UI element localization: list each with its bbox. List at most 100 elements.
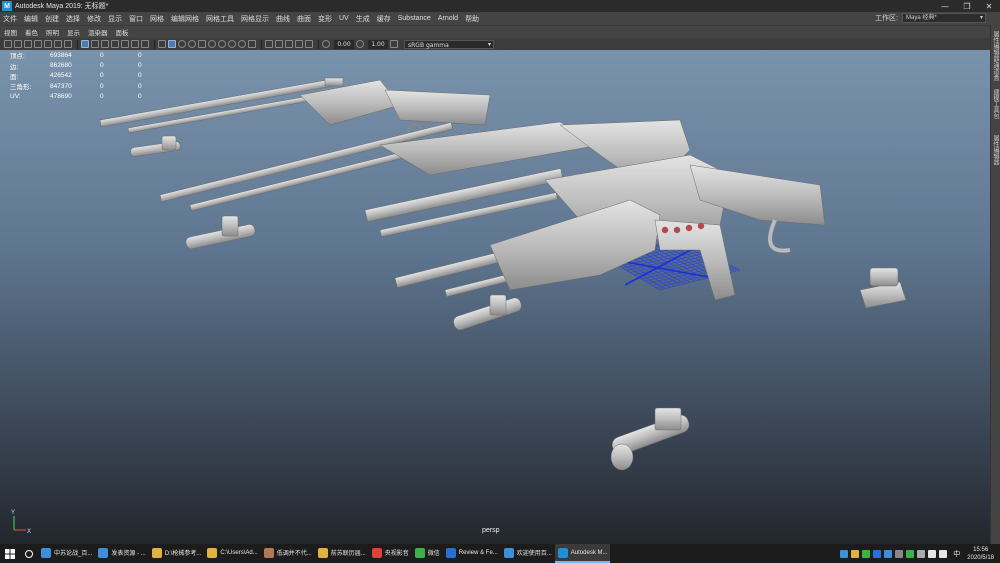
menu-edit-mesh[interactable]: 编辑网格 [171,14,199,24]
menu-mesh[interactable]: 网格 [150,14,164,24]
xray-joints-icon[interactable] [285,40,293,48]
workspace-dropdown[interactable]: Maya 经典* [902,13,986,23]
wireframe-icon[interactable] [158,40,166,48]
isolate-select-icon[interactable] [265,40,273,48]
tab-attribute-editor[interactable]: 属性编辑器 [992,135,1000,165]
image-plane-icon[interactable] [34,40,42,48]
select-camera-icon[interactable] [4,40,12,48]
review-icon [445,547,456,558]
gamma-icon[interactable] [356,40,364,48]
panel-menu-view[interactable]: 视图 [4,27,17,37]
lock-camera-icon[interactable] [44,40,52,48]
camera-2d-pan-icon[interactable] [54,40,62,48]
taskbar-app[interactable]: 前苏联历届... [315,544,369,563]
bookmark-icon[interactable] [24,40,32,48]
tray-app-icon[interactable] [895,549,904,558]
exposure-icon[interactable] [322,40,330,48]
menu-modify[interactable]: 修改 [87,14,101,24]
menu-select[interactable]: 选择 [66,14,80,24]
depth-of-field-icon[interactable] [248,40,256,48]
tray-app-icon[interactable] [851,549,860,558]
taskbar-app[interactable]: D:\枪械参考... [149,544,205,563]
taskbar-app-maya[interactable]: Autodesk M... [554,544,611,563]
gamma-field[interactable]: 1.00 [368,39,388,49]
maximize-button[interactable]: ❐ [956,0,978,12]
field-chart-icon[interactable] [121,40,129,48]
smooth-shade-icon[interactable] [168,40,176,48]
menu-help[interactable]: 帮助 [465,14,479,24]
taskbar-app[interactable]: 央视影音 [369,544,412,563]
menu-arnold[interactable]: Arnold [438,15,458,22]
resolution-gate-icon[interactable] [101,40,109,48]
shadows-icon[interactable] [188,40,196,48]
flashlight-attachment[interactable] [452,294,523,331]
taskbar-app[interactable]: 中苏论战_百... [38,544,95,563]
panel-menu-renderer[interactable]: 渲染器 [88,27,108,37]
default-lighting-icon[interactable] [178,40,186,48]
gate-mask-icon[interactable] [111,40,119,48]
tray-shield-icon[interactable] [906,549,915,558]
tray-app-icon[interactable] [884,549,893,558]
start-button[interactable] [0,544,20,563]
red-dot-sight[interactable] [859,267,907,309]
taskbar-app[interactable]: 发表资源 - ... [95,544,148,563]
tray-app-icon[interactable] [917,549,926,558]
scope-attachment[interactable] [610,407,691,471]
menu-deform[interactable]: 变形 [318,14,332,24]
menu-uv[interactable]: UV [339,15,349,22]
exposure-field[interactable]: 0.00 [334,39,354,49]
close-button[interactable]: ✕ [978,0,1000,12]
system-clock[interactable]: 15:56 2020/5/18 [967,546,994,562]
taskbar-app[interactable]: Review & Fe... [443,544,501,563]
volume-icon[interactable] [939,549,948,558]
taskbar-app[interactable]: 欢迎使用百... [501,544,555,563]
taskbar-app[interactable]: 微信 [412,544,443,563]
menu-mesh-display[interactable]: 网格显示 [241,14,269,24]
motion-blur-icon[interactable] [228,40,236,48]
screen-space-ao-icon[interactable] [218,40,226,48]
menu-windows[interactable]: 窗口 [129,14,143,24]
use-all-lights-icon[interactable] [208,40,216,48]
tray-wechat-icon[interactable] [862,549,871,558]
menu-substance[interactable]: Substance [398,15,431,22]
grid-icon[interactable] [81,40,89,48]
minimize-button[interactable]: — [934,0,956,12]
cortana-button[interactable] [20,544,38,563]
panel-menu-show[interactable]: 显示 [67,27,80,37]
network-icon[interactable] [928,549,937,558]
menu-file[interactable]: 文件 [3,14,17,24]
color-management-icon[interactable] [390,40,398,48]
tray-app-icon[interactable] [873,549,882,558]
taskbar-app[interactable]: 低调并不代... [261,544,315,563]
menu-surfaces[interactable]: 曲面 [297,14,311,24]
menu-mesh-tools[interactable]: 网格工具 [206,14,234,24]
taskbar-app[interactable]: C:\Users\Ad... [204,544,260,563]
ime-indicator[interactable]: 中 [953,549,960,559]
anti-aliasing-icon[interactable] [238,40,246,48]
grease-pencil-icon[interactable] [64,40,72,48]
safe-title-icon[interactable] [141,40,149,48]
textured-icon[interactable] [198,40,206,48]
panel-menu-lighting[interactable]: 照明 [46,27,59,37]
menu-cache[interactable]: 缓存 [377,14,391,24]
persp-viewport[interactable]: X Y 顶点: 693864 0 0 边: 862680 0 0 面: 4265… [0,50,990,544]
menu-curves[interactable]: 曲线 [276,14,290,24]
tab-channel-box[interactable]: 属性编辑器/通道盒 [992,31,1000,81]
tab-modeling-toolkit[interactable]: 建模工具包 [992,89,1000,119]
menu-generate[interactable]: 生成 [356,14,370,24]
menu-display[interactable]: 显示 [108,14,122,24]
tray-app-icon[interactable] [840,549,849,558]
safe-action-icon[interactable] [131,40,139,48]
backface-culling-icon[interactable] [305,40,313,48]
view-transform-dropdown[interactable]: sRGB gamma [404,39,494,49]
menu-create[interactable]: 创建 [45,14,59,24]
xray-components-icon[interactable] [295,40,303,48]
panel-menu-shading[interactable]: 着色 [25,27,38,37]
menu-edit[interactable]: 编辑 [24,14,38,24]
camera-attributes-icon[interactable] [14,40,22,48]
film-gate-icon[interactable] [91,40,99,48]
taskbar-app-label: 前苏联历届... [330,551,366,557]
panel-menu-panels[interactable]: 面板 [116,27,129,37]
xray-icon[interactable] [275,40,283,48]
hud-value: 0 [138,51,142,59]
